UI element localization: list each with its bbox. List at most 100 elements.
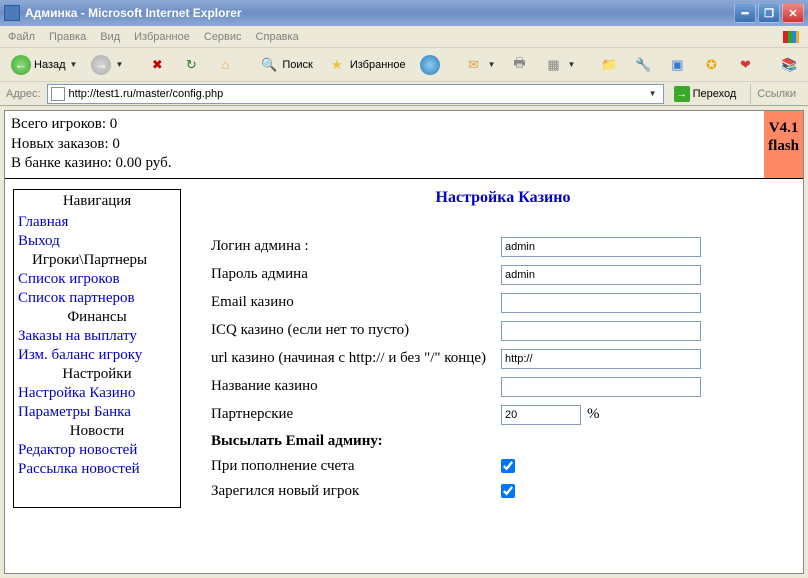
menu-view[interactable]: Вид — [100, 31, 120, 43]
nav-payout-orders[interactable]: Заказы на выплату — [14, 327, 180, 346]
search-label: Поиск — [282, 59, 312, 71]
address-label: Адрес: — [6, 88, 41, 100]
stat-orders: Новых заказов: 0 — [11, 135, 758, 155]
heart-icon: ❤ — [735, 55, 755, 75]
address-field[interactable]: ▼ — [47, 84, 664, 104]
forward-icon: → — [91, 55, 111, 75]
refresh-icon: ↻ — [181, 55, 201, 75]
home-icon: ⌂ — [215, 55, 235, 75]
menu-favorites[interactable]: Избранное — [134, 31, 190, 43]
on-deposit-checkbox[interactable] — [501, 459, 515, 473]
menu-help[interactable]: Справка — [256, 31, 299, 43]
nav-group-finances: Финансы — [14, 308, 180, 327]
version-line2: flash — [768, 137, 799, 155]
mail-button[interactable]: ✉▼ — [459, 52, 501, 78]
chevron-down-icon: ▼ — [568, 60, 576, 69]
login-input[interactable] — [501, 237, 701, 257]
nav-home[interactable]: Главная — [14, 213, 180, 232]
edit-icon: ▦ — [544, 55, 564, 75]
menu-edit[interactable]: Правка — [49, 31, 86, 43]
page-content: Всего игроков: 0 Новых заказов: 0 В банк… — [4, 110, 804, 574]
links-button[interactable]: Ссылки — [750, 84, 802, 104]
window-title: Админка - Microsoft Internet Explorer — [25, 6, 734, 20]
go-icon: → — [674, 86, 690, 102]
back-button[interactable]: ← Назад ▼ — [6, 52, 82, 78]
chevron-down-icon: ▼ — [488, 60, 496, 69]
ext-button-4[interactable]: ✪ — [696, 52, 726, 78]
close-button[interactable]: ✕ — [782, 3, 804, 23]
nav-exit[interactable]: Выход — [14, 232, 180, 251]
back-label: Назад — [34, 59, 66, 71]
nav-header: Навигация — [14, 190, 180, 213]
window-icon: ▣ — [667, 55, 687, 75]
menu-tools[interactable]: Сервис — [204, 31, 242, 43]
search-icon: 🔍 — [259, 55, 279, 75]
favorites-button[interactable]: ★ Избранное — [322, 52, 411, 78]
tool-icon: 🔧 — [633, 55, 653, 75]
nav-players-list[interactable]: Список игроков — [14, 270, 180, 289]
page-title: Настройка Казино — [211, 189, 795, 207]
nav-casino-settings[interactable]: Настройка Казино — [14, 384, 180, 403]
go-label: Переход — [693, 88, 737, 100]
nav-panel: Навигация Главная Выход Игроки\Партнеры … — [13, 189, 181, 508]
on-register-checkbox[interactable] — [501, 484, 515, 498]
icq-input[interactable] — [501, 321, 701, 341]
nav-group-news: Новости — [14, 422, 180, 441]
search-button[interactable]: 🔍 Поиск — [254, 52, 317, 78]
ext-button-1[interactable]: 📁 — [594, 52, 624, 78]
url-label: url казино (начиная с http:// и без "/" … — [211, 350, 501, 367]
password-input[interactable] — [501, 265, 701, 285]
ie-logo-icon — [776, 26, 806, 48]
stop-button[interactable]: ✖ — [142, 52, 172, 78]
edit-button[interactable]: ▦▼ — [539, 52, 581, 78]
books-icon: 📚 — [779, 55, 799, 75]
toolbar: ← Назад ▼ → ▼ ✖ ↻ ⌂ 🔍 Поиск ★ Избранное … — [0, 48, 808, 82]
version-badge: V4.1 flash — [764, 111, 803, 178]
email-label: Email казино — [211, 294, 501, 311]
casino-name-label: Название казино — [211, 378, 501, 395]
nav-bank-params[interactable]: Параметры Банка — [14, 403, 180, 422]
url-input[interactable] — [501, 349, 701, 369]
ext-button-5[interactable]: ❤ — [730, 52, 760, 78]
version-line1: V4.1 — [768, 119, 799, 137]
nav-partners-list[interactable]: Список партнеров — [14, 289, 180, 308]
address-input[interactable] — [69, 88, 642, 100]
casino-name-input[interactable] — [501, 377, 701, 397]
ext-button-6[interactable]: 📚 — [774, 52, 804, 78]
app-icon — [4, 5, 20, 21]
media-icon — [420, 55, 440, 75]
send-email-header: Высылать Email админу: — [211, 433, 501, 450]
print-icon: 🖶 — [510, 55, 530, 75]
on-deposit-label: При пополнение счета — [211, 458, 501, 475]
nav-news-editor[interactable]: Редактор новостей — [14, 441, 180, 460]
nav-news-mail[interactable]: Рассылка новостей — [14, 460, 180, 479]
forward-button[interactable]: → ▼ — [86, 52, 128, 78]
back-icon: ← — [11, 55, 31, 75]
password-label: Пароль админа — [211, 266, 501, 283]
stop-icon: ✖ — [147, 55, 167, 75]
go-button[interactable]: → Переход — [670, 84, 741, 104]
partner-suffix: % — [587, 406, 600, 423]
page-icon — [51, 87, 65, 101]
menubar: Файл Правка Вид Избранное Сервис Справка — [0, 26, 808, 48]
menu-file[interactable]: Файл — [8, 31, 35, 43]
nav-group-players: Игроки\Партнеры — [14, 251, 180, 270]
chevron-down-icon[interactable]: ▼ — [646, 89, 660, 98]
icq-label: ICQ казино (если нет то пусто) — [211, 322, 501, 339]
media-button[interactable] — [415, 52, 445, 78]
partner-input[interactable] — [501, 405, 581, 425]
refresh-button[interactable]: ↻ — [176, 52, 206, 78]
maximize-button[interactable]: ❐ — [758, 3, 780, 23]
email-input[interactable] — [501, 293, 701, 313]
minimize-button[interactable]: ━ — [734, 3, 756, 23]
star-outline-icon: ✪ — [701, 55, 721, 75]
ext-button-2[interactable]: 🔧 — [628, 52, 658, 78]
mail-icon: ✉ — [464, 55, 484, 75]
nav-change-balance[interactable]: Изм. баланс игроку — [14, 346, 180, 365]
home-button[interactable]: ⌂ — [210, 52, 240, 78]
chevron-down-icon: ▼ — [115, 60, 123, 69]
login-label: Логин админа : — [211, 238, 501, 255]
print-button[interactable]: 🖶 — [505, 52, 535, 78]
ext-button-3[interactable]: ▣ — [662, 52, 692, 78]
folder-icon: 📁 — [599, 55, 619, 75]
